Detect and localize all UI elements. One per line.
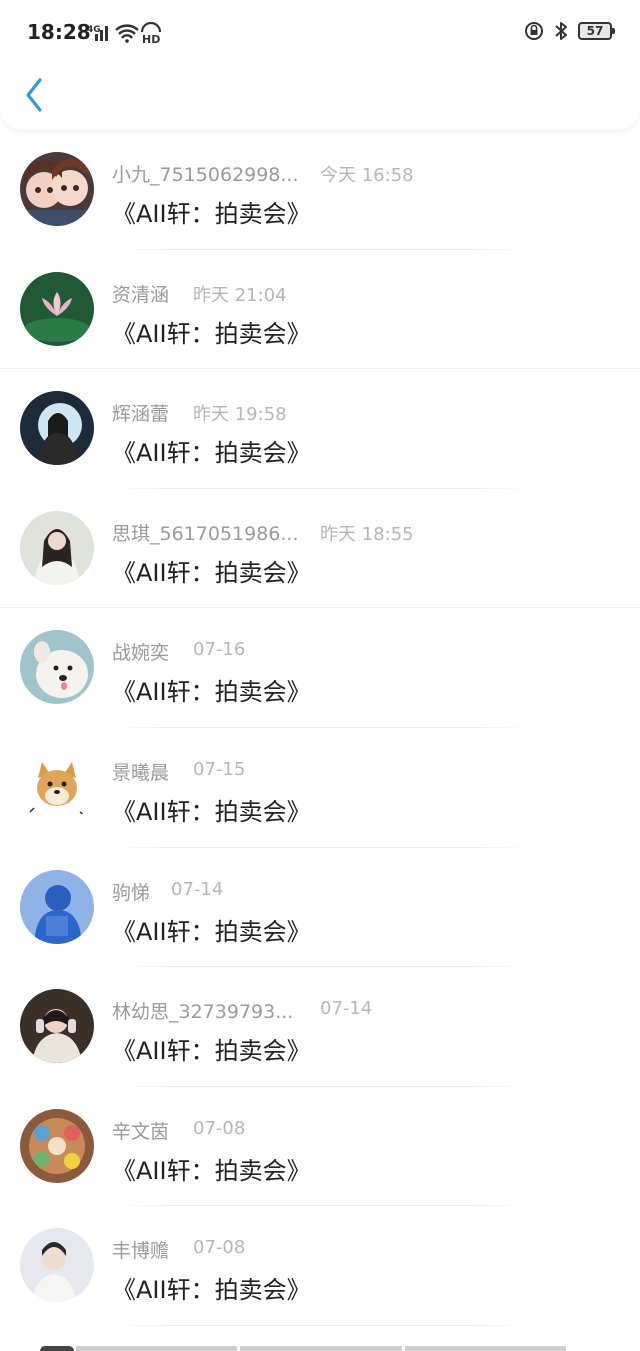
message-time: 07-08 (193, 1237, 246, 1259)
next-row-avatar-peek (40, 1346, 74, 1351)
avatar[interactable] (20, 989, 94, 1064)
message-text: 《AII轩：拍卖会》 (112, 319, 311, 348)
signal-wifi-icons: 4G HD (87, 22, 162, 46)
message-row[interactable]: 思琪_5617051986... 昨天 18:55 《AII轩：拍卖会》 (0, 489, 640, 609)
sender-name: 小九_7515062998... (112, 164, 299, 186)
message-time: 07-16 (193, 639, 246, 661)
message-row[interactable]: 林幼思_32739793... 07-14 《AII轩：拍卖会》 (0, 967, 640, 1087)
peek-segment (404, 1346, 566, 1351)
girl-white-avatar-icon (20, 510, 94, 585)
sender-name: 战婉奕 (112, 642, 170, 665)
message-text: 《AII轩：拍卖会》 (112, 1276, 311, 1305)
blue-figure-avatar-icon (20, 869, 94, 944)
message-time: 07-14 (320, 998, 373, 1020)
message-row[interactable]: 辉涵蕾 昨天 19:58 《AII轩：拍卖会》 (0, 369, 640, 489)
avatar[interactable] (20, 152, 94, 226)
peek-segment (76, 1346, 238, 1351)
message-time: 昨天 19:58 (193, 404, 287, 426)
lotus-avatar-icon (20, 271, 94, 346)
message-text: 《AII轩：拍卖会》 (112, 917, 311, 946)
message-text: 《AII轩：拍卖会》 (112, 678, 311, 707)
message-text: 《AII轩：拍卖会》 (112, 1156, 311, 1185)
next-row-peek (76, 1346, 566, 1351)
back-button[interactable] (20, 76, 50, 114)
cartoon-collage-avatar-icon (20, 1108, 94, 1183)
avatar[interactable] (20, 271, 94, 346)
hd-label: HD (142, 33, 160, 46)
message-row[interactable]: 丰博赡 07-08 《AII轩：拍卖会》 (0, 1206, 640, 1326)
status-time: 18:28 (27, 20, 91, 44)
divider (112, 1324, 532, 1326)
message-row[interactable]: 资清涵 昨天 21:04 《AII轩：拍卖会》 (0, 250, 640, 370)
avatar[interactable] (20, 749, 94, 824)
message-text: 《AII轩：拍卖会》 (112, 439, 311, 468)
message-row[interactable]: 驹悌 07-14 《AII轩：拍卖会》 (0, 848, 640, 968)
sender-name: 丰博赡 (112, 1240, 170, 1263)
avatar[interactable] (20, 869, 94, 944)
avatar[interactable] (20, 1228, 94, 1303)
girl-moon-avatar-icon (20, 391, 94, 466)
avatar[interactable] (20, 1108, 94, 1183)
top-bar: 18:28 4G HD 57 (0, 0, 640, 130)
message-text: 《AII轩：拍卖会》 (112, 200, 311, 228)
bluetooth-icon (555, 22, 567, 40)
shiba-doge-avatar-icon (20, 749, 94, 824)
status-right: 57 (524, 21, 615, 41)
avatar[interactable] (20, 630, 94, 705)
message-time: 07-14 (171, 878, 224, 900)
boy-light-avatar-icon (20, 1228, 94, 1303)
message-row[interactable]: 辛文茵 07-08 《AII轩：拍卖会》 (0, 1087, 640, 1207)
sender-name: 景曦晨 (112, 761, 170, 784)
sender-name: 辉涵蕾 (112, 403, 170, 426)
sender-name: 辛文茵 (112, 1120, 170, 1143)
sender-name: 资清涵 (112, 283, 170, 306)
battery-indicator: 57 (578, 22, 615, 40)
message-text: 《AII轩：拍卖会》 (112, 797, 311, 826)
message-time: 昨天 18:55 (320, 523, 414, 545)
message-list: 小九_7515062998... 今天 16:58 《AII轩：拍卖会》 资清涵… (0, 130, 640, 1326)
message-time: 昨天 21:04 (193, 284, 287, 306)
message-row[interactable]: 战婉奕 07-16 《AII轩：拍卖会》 (0, 608, 640, 728)
status-bar: 18:28 4G HD 57 (0, 0, 640, 64)
message-time: 今天 16:58 (320, 165, 414, 186)
network-type-label: 4G (87, 25, 101, 35)
chevron-left-icon (26, 78, 42, 112)
avatar[interactable] (20, 510, 94, 585)
message-text: 《AII轩：拍卖会》 (112, 558, 311, 587)
sender-name: 林幼思_32739793... (112, 1001, 294, 1024)
message-time: 07-08 (193, 1117, 246, 1139)
message-row[interactable]: 景曦晨 07-15 《AII轩：拍卖会》 (0, 728, 640, 848)
message-row[interactable]: 小九_7515062998... 今天 16:58 《AII轩：拍卖会》 (0, 130, 640, 250)
sender-name: 驹悌 (112, 881, 151, 904)
sender-name: 思琪_5617051986... (112, 522, 299, 545)
white-dog-avatar-icon (20, 630, 94, 705)
girl-headphones-avatar-icon (20, 989, 94, 1064)
rotation-lock-icon (525, 22, 543, 40)
avatar[interactable] (20, 391, 94, 466)
message-time: 07-15 (193, 758, 246, 780)
message-text: 《AII轩：拍卖会》 (112, 1037, 311, 1066)
girls-cartoon-avatar-icon (20, 152, 94, 226)
peek-segment (240, 1346, 402, 1351)
